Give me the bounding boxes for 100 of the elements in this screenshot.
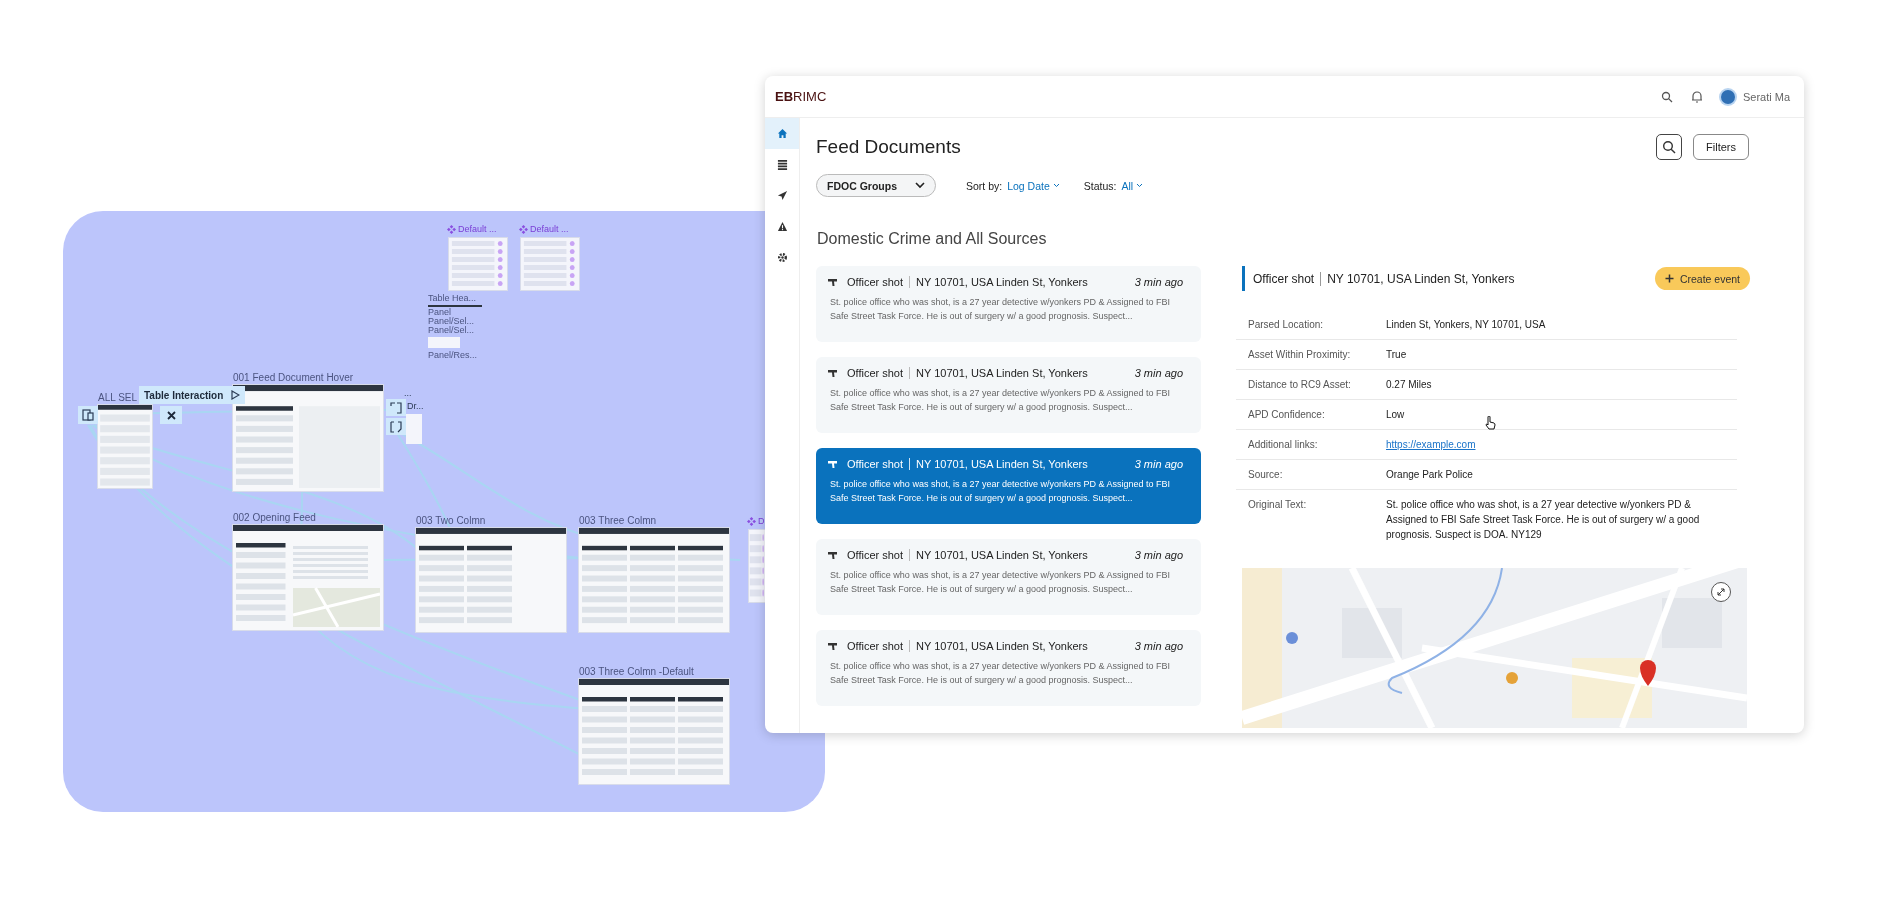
- sort-label: Sort by:: [966, 179, 1003, 192]
- frame-thumbnail[interactable]: [416, 528, 566, 632]
- search-icon: [1662, 140, 1677, 154]
- pistol-icon: [828, 278, 837, 286]
- status-dropdown[interactable]: All: [1116, 179, 1144, 192]
- sort-dropdown[interactable]: Log Date: [1002, 179, 1060, 192]
- field-value: Low: [1386, 408, 1405, 422]
- card-title: Officer shot: [847, 458, 911, 470]
- frame-label: 003 Three Colmn -Default: [579, 666, 694, 678]
- card-summary: St. police office who was shot, is a 27 year detective w/yonkers PD & Assigned to FBI Safe Street Task Force. He is out of surgery w/ a good prognosis. Suspect...: [830, 478, 1171, 505]
- user-name[interactable]: Serati Ma: [1742, 90, 1790, 103]
- card-location: NY 10701, USA Linden St, Yonkers: [916, 549, 1088, 561]
- hand-cursor-icon: [1485, 416, 1496, 430]
- field-value: 0.27 Miles: [1386, 378, 1432, 392]
- card-title: Officer shot: [847, 640, 911, 652]
- bell-icon[interactable]: [1690, 90, 1703, 103]
- frame-label: 001 Feed Document Hover: [233, 372, 354, 384]
- field-label: Source:: [1248, 468, 1284, 482]
- frame-thumbnail[interactable]: [233, 525, 383, 630]
- field-value: Orange Park Police: [1386, 468, 1473, 482]
- card-time: 3 min ago: [1134, 276, 1183, 288]
- frame-label: ALL SEL: [98, 392, 138, 404]
- card-time: 3 min ago: [1134, 549, 1183, 561]
- field-label: Parsed Location:: [1248, 318, 1325, 332]
- interaction-chip[interactable]: Table Interaction: [139, 386, 246, 404]
- field-label: Additional links:: [1248, 438, 1319, 452]
- card-time: 3 min ago: [1134, 640, 1183, 652]
- settings-icon: [776, 252, 788, 263]
- chevron-down-icon: [1052, 183, 1060, 188]
- layer-label: Panel/Sel...: [428, 316, 475, 326]
- pistol-icon: [828, 551, 837, 559]
- plus-icon: [1664, 274, 1674, 283]
- card-location: NY 10701, USA Linden St, Yonkers: [916, 458, 1088, 470]
- card-summary: St. police office who was shot, is a 27 year detective w/yonkers PD & Assigned to FBI Safe Street Task Force. He is out of surgery w/ a good prognosis. Suspect...: [830, 660, 1171, 687]
- field-value: True: [1386, 348, 1407, 362]
- layer-label: Dr...: [407, 401, 424, 411]
- frame-thumbnail: [428, 337, 460, 348]
- layer-label: Panel: [428, 307, 452, 317]
- component-thumbnail[interactable]: [449, 238, 507, 290]
- close-icon: [166, 410, 176, 420]
- paper-plane-icon: [776, 190, 788, 201]
- field-label: Distance to RC9 Asset:: [1248, 378, 1352, 392]
- detail-location: NY 10701, USA Linden St, Yonkers: [1327, 271, 1515, 286]
- frame-thumbnail[interactable]: [579, 528, 729, 632]
- field-value: St. police office who was shot, is a 27 year detective w/yonkers PD & Assigned to FBI Safe Street Task Force. He is out of surgery w/ a good prognosis. Suspect is DOA. NY129: [1386, 498, 1701, 542]
- layer-label: Panel/Res...: [428, 350, 478, 360]
- field-label: APD Confidence:: [1248, 408, 1326, 422]
- component-icon: [519, 224, 528, 234]
- status-label: Status:: [1083, 179, 1117, 192]
- field-label: Original Text:: [1248, 498, 1308, 512]
- section-title: Domestic Crime and All Sources: [817, 230, 1048, 248]
- layer-label: ...: [404, 388, 412, 398]
- card-title: Officer shot: [847, 549, 911, 561]
- feed-card[interactable]: [816, 357, 1201, 433]
- list-icon: [776, 159, 788, 170]
- page-title: Feed Documents: [816, 136, 961, 158]
- component-icon: [447, 224, 456, 234]
- frame-label: 003 Three Colmn: [579, 515, 657, 527]
- detail-title: Officer shot: [1253, 271, 1322, 286]
- app-logo: EBRIMC: [775, 89, 827, 104]
- component-thumbnail[interactable]: [749, 530, 765, 602]
- frame-thumbnail[interactable]: [233, 385, 383, 491]
- chevron-down-icon: [915, 182, 925, 189]
- expand-icon: [1716, 587, 1726, 597]
- card-title: Officer shot: [847, 367, 911, 379]
- card-time: 3 min ago: [1134, 458, 1183, 470]
- avatar[interactable]: [1720, 89, 1735, 104]
- card-summary: St. police office who was shot, is a 27 year detective w/yonkers PD & Assigned to FBI Safe Street Task Force. He is out of surgery w/ a good prognosis. Suspect...: [830, 387, 1171, 414]
- field-link[interactable]: https://example.com: [1386, 437, 1476, 452]
- card-summary: St. police office who was shot, is a 27 year detective w/yonkers PD & Assigned to FBI Safe Street Task Force. He is out of surgery w/ a good prognosis. Suspect...: [830, 296, 1171, 323]
- close-chip[interactable]: [160, 406, 182, 424]
- group-dropdown[interactable]: FDOC Groups: [816, 174, 936, 197]
- pistol-icon: [828, 642, 837, 650]
- frame-thumbnail[interactable]: [579, 679, 729, 784]
- card-summary: St. police office who was shot, is a 27 year detective w/yonkers PD & Assigned to FBI Safe Street Task Force. He is out of surgery w/ a good prognosis. Suspect...: [830, 569, 1171, 596]
- feed-card[interactable]: [816, 448, 1201, 524]
- frame-label: 002 Opening Feed: [233, 512, 316, 524]
- create-event-button[interactable]: Create event: [1654, 267, 1750, 290]
- pistol-icon: [828, 369, 837, 377]
- card-title: Officer shot: [847, 276, 911, 288]
- interaction-label: Table Interaction: [144, 389, 224, 401]
- field-label: Asset Within Proximity:: [1248, 348, 1352, 362]
- filters-button[interactable]: Filters: [1693, 134, 1749, 160]
- card-location: NY 10701, USA Linden St, Yonkers: [916, 276, 1088, 288]
- feed-card[interactable]: [816, 266, 1201, 342]
- search-icon[interactable]: [1660, 90, 1673, 103]
- play-icon: [231, 390, 241, 400]
- card-time: 3 min ago: [1134, 367, 1183, 379]
- component-thumbnail[interactable]: [521, 238, 579, 290]
- search-button[interactable]: [1656, 134, 1683, 160]
- component-label: Default ...: [458, 224, 497, 234]
- card-location: NY 10701, USA Linden St, Yonkers: [916, 640, 1088, 652]
- component-label: Default ...: [530, 224, 569, 234]
- pistol-icon: [828, 460, 837, 468]
- feed-card[interactable]: [816, 630, 1201, 706]
- frame-thumbnail[interactable]: [98, 405, 152, 488]
- layer-label: Table Hea...: [428, 293, 477, 303]
- layer-label: Panel/Sel...: [428, 325, 475, 335]
- frame-label: 003 Two Colmn: [416, 515, 486, 527]
- feed-card[interactable]: [816, 539, 1201, 615]
